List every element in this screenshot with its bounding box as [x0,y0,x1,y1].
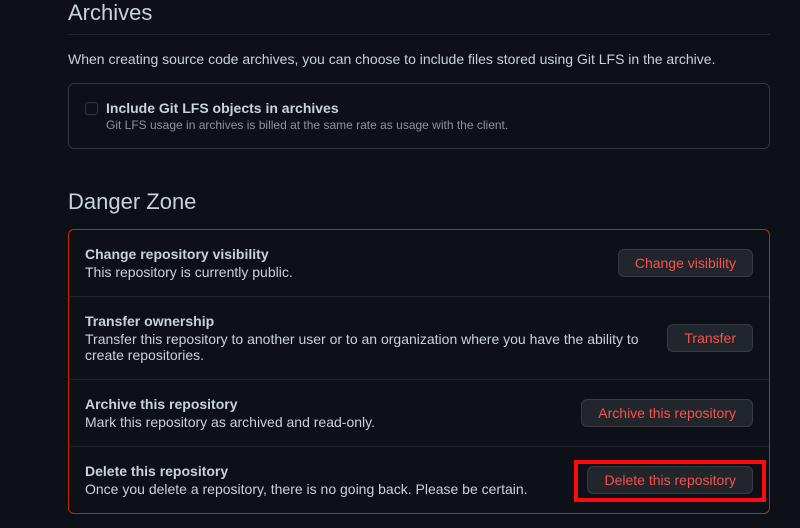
archives-description: When creating source code archives, you … [68,51,770,67]
archive-repository-button[interactable]: Archive this repository [581,399,753,427]
lfs-checkbox-row: Include Git LFS objects in archives Git … [85,100,753,132]
change-visibility-button[interactable]: Change visibility [618,249,753,277]
danger-item-visibility: Change repository visibility This reposi… [69,230,769,297]
archives-panel: Include Git LFS objects in archives Git … [68,83,770,149]
danger-text: Transfer ownership Transfer this reposit… [85,313,667,363]
danger-text: Archive this repository Mark this reposi… [85,396,581,430]
lfs-checkbox-help: Git LFS usage in archives is billed at t… [106,118,753,132]
danger-item-title: Archive this repository [85,396,565,412]
danger-item-desc: Transfer this repository to another user… [85,331,651,363]
danger-item-title: Transfer ownership [85,313,651,329]
danger-text: Change repository visibility This reposi… [85,246,618,280]
danger-item-delete: Delete this repository Once you delete a… [69,447,769,513]
lfs-checkbox[interactable] [85,102,98,115]
danger-item-title: Delete this repository [85,463,571,479]
transfer-button[interactable]: Transfer [667,324,753,352]
lfs-checkbox-label[interactable]: Include Git LFS objects in archives [106,100,753,116]
delete-highlight-box: Delete this repository [587,466,753,494]
danger-item-transfer: Transfer ownership Transfer this reposit… [69,297,769,380]
lfs-checkbox-content: Include Git LFS objects in archives Git … [106,100,753,132]
danger-text: Delete this repository Once you delete a… [85,463,587,497]
danger-item-desc: Mark this repository as archived and rea… [85,414,565,430]
danger-item-desc: This repository is currently public. [85,264,602,280]
danger-item-title: Change repository visibility [85,246,602,262]
danger-zone-heading: Danger Zone [68,189,770,215]
danger-zone-panel: Change repository visibility This reposi… [68,229,770,514]
archives-heading: Archives [68,0,770,35]
danger-item-archive: Archive this repository Mark this reposi… [69,380,769,447]
danger-item-desc: Once you delete a repository, there is n… [85,481,571,497]
delete-repository-button[interactable]: Delete this repository [587,466,753,494]
